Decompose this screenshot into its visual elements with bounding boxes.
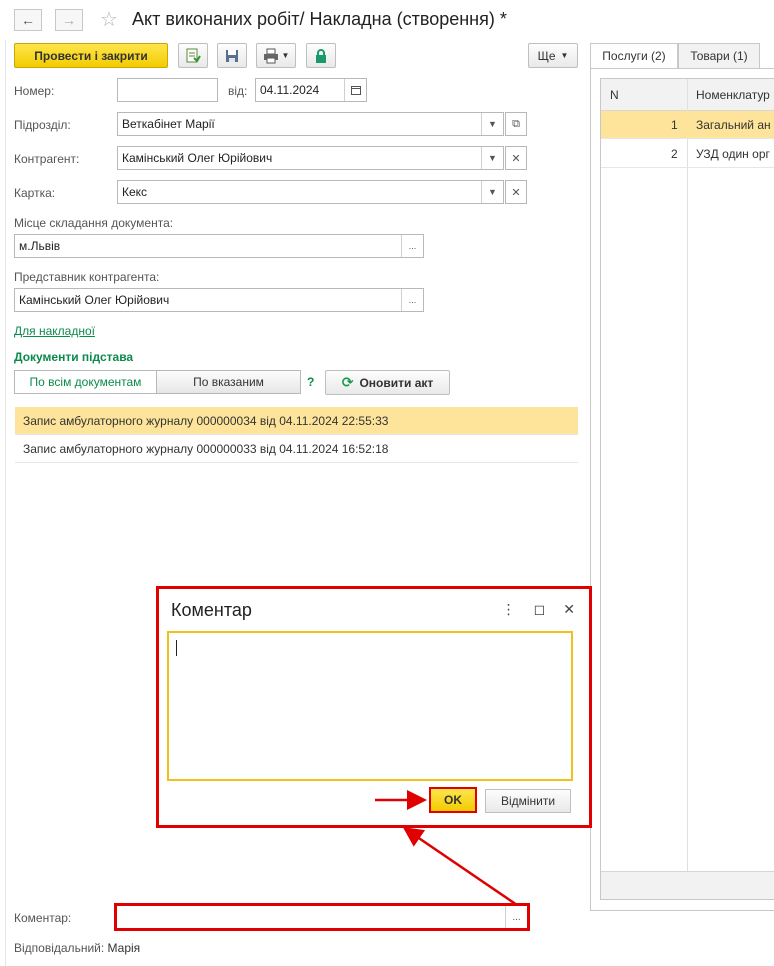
open-department-button[interactable]: ⧉ [505,112,527,136]
comment-label: Коментар: [14,911,72,925]
close-icon[interactable]: ✕ [563,601,575,618]
cancel-button[interactable]: Відмінити [485,789,571,813]
responsible-label: Відповідальний: Марія [14,941,140,955]
calendar-icon[interactable] [344,79,366,101]
table-cell: 1 [671,118,678,132]
card-label: Картка: [14,186,56,200]
column-header-name[interactable]: Номенклатур [696,88,774,102]
refresh-icon: ⟳ [341,374,354,390]
post-and-close-button[interactable]: Провести і закрити [14,43,168,68]
post-document-icon [186,48,201,63]
dialog-title: Коментар [171,600,252,620]
chevron-down-icon: ▼ [281,51,290,60]
chevron-down-icon: ▼ [560,51,569,60]
number-field[interactable] [117,78,218,102]
comment-dialog: Коментар ⋮ ◻ ✕ OK Відмінити [156,586,592,828]
list-item[interactable]: Запис амбулаторного журналу 000000034 ві… [15,407,578,435]
tab-services[interactable]: Послуги (2) [590,43,678,69]
update-act-button[interactable]: ⟳ Оновити акт [325,370,450,395]
help-icon[interactable]: ? [307,375,314,389]
table-cell: 2 [671,147,678,161]
forward-arrow-icon: → [62,12,76,28]
more-vertical-icon[interactable]: ⋮ [502,601,516,618]
comment-textarea[interactable] [167,631,573,781]
dropdown-icon[interactable]: ▼ [481,181,503,203]
counterparty-value: Камінський Олег Юрійович [122,151,273,165]
close-icon: ✕ [511,186,521,199]
docs-section-title: Документи підстава [14,350,134,364]
arrow-to-dialog [402,827,518,907]
department-value: Веткабінет Марії [122,117,215,131]
lock-icon [316,48,326,63]
back-button[interactable]: ← [14,9,42,31]
select-icon[interactable]: ... [401,235,423,257]
print-button[interactable]: ▼ [256,43,296,68]
department-field[interactable]: Веткабінет Марії ▼ [117,112,504,136]
card-field[interactable]: Кекс ▼ [117,180,504,204]
form-left-border [5,40,6,966]
table-cell: Загальний ан [696,118,771,132]
maximize-icon[interactable]: ◻ [534,601,546,618]
page-title: Акт виконаних робіт/ Накладна (створення… [132,9,507,29]
star-icon[interactable]: ☆ [100,7,118,32]
place-value: м.Львів [19,239,61,253]
forward-button[interactable]: → [55,9,83,31]
clear-counterparty-button[interactable]: ✕ [505,146,527,170]
representative-field[interactable]: Камінський Олег Юрійович ... [14,288,424,312]
column-header-n[interactable]: N [610,88,619,102]
place-field[interactable]: м.Львів ... [14,234,424,258]
select-icon[interactable]: ... [401,289,423,311]
counterparty-label: Контрагент: [14,152,80,166]
date-label: від: [228,84,248,98]
all-docs-toggle[interactable]: По всім документам [14,370,157,394]
card-value: Кекс [122,185,148,199]
save-icon [226,49,238,62]
clear-card-button[interactable]: ✕ [505,180,527,204]
more-button[interactable]: Ще ▼ [528,43,578,68]
open-window-icon: ⧉ [512,117,520,130]
post-document-button[interactable] [178,43,208,68]
save-button[interactable] [217,43,247,68]
date-value: 04.11.2024 [260,83,320,97]
comment-field[interactable]: ... [114,903,530,931]
place-label: Місце складання документа: [14,216,174,230]
back-arrow-icon: ← [21,12,35,28]
services-table: N Номенклатур 1 Загальний ан 2 УЗД один … [600,78,774,900]
more-label: Ще [537,48,556,63]
dropdown-icon[interactable]: ▼ [481,113,503,135]
select-icon[interactable]: ... [505,906,527,928]
representative-label: Представник контрагента: [14,270,160,284]
number-label: Номер: [14,84,55,98]
update-act-label: Оновити акт [359,375,434,390]
column-divider [687,79,688,873]
department-label: Підрозділ: [14,118,71,132]
date-field[interactable]: 04.11.2024 [255,78,367,102]
list-item[interactable]: Запис амбулаторного журналу 000000033 ві… [15,435,578,463]
print-icon [263,48,278,63]
close-icon: ✕ [511,152,521,165]
text-caret [176,640,177,656]
lock-button[interactable] [306,43,336,68]
table-cell: УЗД один орг [696,147,770,161]
counterparty-field[interactable]: Камінський Олег Юрійович ▼ [117,146,504,170]
selected-docs-toggle[interactable]: По вказаним [156,370,301,394]
dropdown-icon[interactable]: ▼ [481,147,503,169]
ok-button[interactable]: OK [429,787,477,813]
representative-value: Камінський Олег Юрійович [19,293,170,307]
responsible-label-text: Відповідальний: [14,941,105,955]
tab-goods[interactable]: Товари (1) [678,43,760,69]
table-footer [601,871,774,899]
invoice-link[interactable]: Для накладної [14,324,95,338]
responsible-value: Марія [107,941,141,955]
